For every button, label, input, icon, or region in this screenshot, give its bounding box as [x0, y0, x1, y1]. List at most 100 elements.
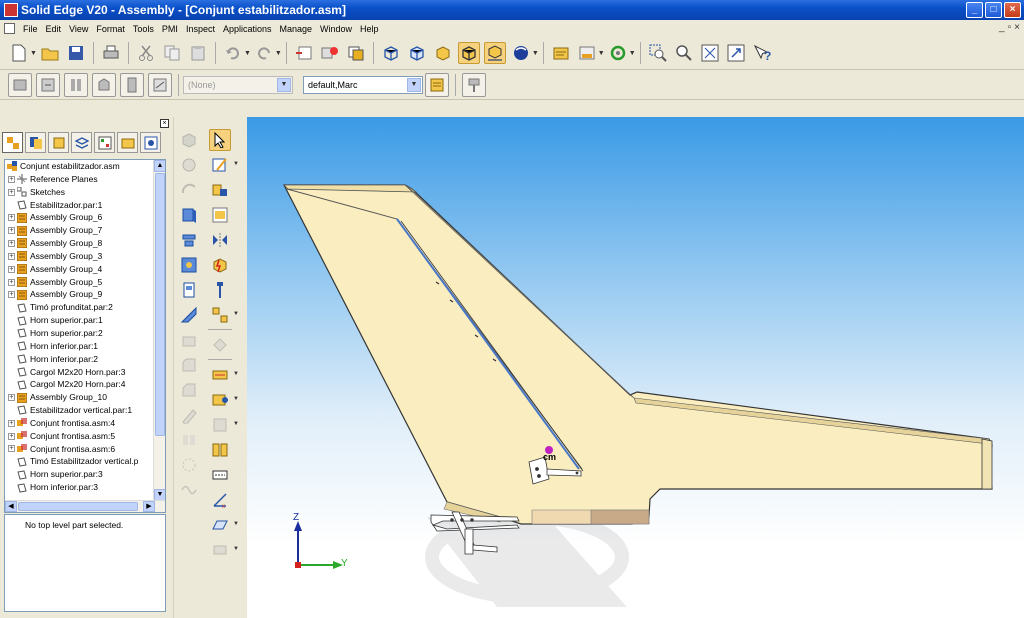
fasten-icon[interactable] [209, 279, 231, 301]
move-part-icon[interactable] [178, 154, 200, 176]
expand-toggle-icon[interactable]: + [8, 278, 15, 286]
open-folder-icon[interactable] [39, 42, 61, 64]
expand-toggle-icon[interactable]: + [8, 265, 15, 273]
tree-item[interactable]: Timó profunditat.par:2 [5, 301, 165, 314]
fit-view-icon[interactable] [699, 42, 721, 64]
expand-toggle-icon[interactable]: + [8, 291, 15, 299]
simplify-tab-icon[interactable] [140, 132, 161, 153]
frame-icon[interactable]: ▼ [209, 364, 239, 386]
menu-file[interactable]: File [19, 24, 42, 34]
plane-icon[interactable]: ▼ [209, 514, 239, 536]
solid-edge-app-icon[interactable] [4, 3, 18, 17]
copy-icon[interactable] [161, 42, 183, 64]
paste-icon[interactable] [187, 42, 209, 64]
sketch-icon[interactable]: ▼ [209, 154, 239, 176]
style-manager-icon[interactable] [425, 72, 449, 97]
select-tools-icon[interactable] [576, 42, 598, 64]
style-dropdown-arrow-icon[interactable]: ▼ [407, 77, 421, 92]
assembly-feature-icon[interactable] [178, 454, 200, 476]
place-part-icon[interactable] [178, 129, 200, 151]
mirror-components-icon[interactable] [209, 229, 231, 251]
style-dropdown[interactable]: default,Marc ▼ [303, 75, 423, 94]
pan-icon[interactable] [725, 42, 747, 64]
assembly-pathfinder-tab-icon[interactable] [2, 132, 23, 153]
layers-tab-icon[interactable] [71, 132, 92, 153]
wiring-dropdown-icon[interactable]: ▼ [233, 421, 239, 427]
assemble-icon[interactable] [209, 204, 231, 226]
wireframe-view-icon[interactable] [380, 42, 402, 64]
explode-dropdown-icon[interactable]: ▼ [233, 546, 239, 552]
expand-toggle-icon[interactable]: + [8, 432, 15, 440]
undo-icon[interactable] [222, 42, 244, 64]
tree-item[interactable]: Cargol M2x20 Horn.par:3 [5, 366, 165, 379]
rotate-part-icon[interactable] [178, 179, 200, 201]
rotate-view-icon[interactable] [607, 42, 629, 64]
tree-item[interactable]: Timó Estabilitzador vertical.p [5, 455, 165, 468]
axes-relationship-icon[interactable]: x [209, 489, 231, 511]
tree-item[interactable]: + Reference Planes [5, 173, 165, 186]
new-dropdown-icon[interactable]: ▼ [30, 50, 37, 57]
zoom-icon[interactable] [673, 42, 695, 64]
scroll-left-arrow-icon[interactable]: ◀ [5, 501, 17, 512]
menu-edit[interactable]: Edit [42, 24, 66, 34]
weldment-icon[interactable] [209, 439, 231, 461]
menu-pmi[interactable]: PMI [158, 24, 182, 34]
visible-hidden-edges-icon[interactable] [406, 42, 428, 64]
menu-tools[interactable]: Tools [129, 24, 158, 34]
tube-icon[interactable]: ▼ [209, 389, 239, 411]
replace-part-icon[interactable] [209, 334, 231, 356]
expand-toggle-icon[interactable]: + [8, 419, 15, 427]
parts-library-tab-icon[interactable] [25, 132, 46, 153]
expand-toggle-icon[interactable]: + [8, 188, 15, 196]
select-tool-icon[interactable] [209, 129, 231, 151]
tube-dropdown-icon[interactable]: ▼ [233, 396, 239, 402]
menu-manage[interactable]: Manage [276, 24, 317, 34]
whats-this-help-icon[interactable]: ? [751, 42, 773, 64]
undo-dropdown-icon[interactable]: ▼ [244, 50, 251, 57]
revolve-icon[interactable] [178, 229, 200, 251]
doc-restore-button[interactable]: ▫ [1008, 22, 1012, 33]
tree-item[interactable]: Conjunt estabilitzador.asm [5, 160, 165, 173]
frame-dropdown-icon[interactable]: ▼ [233, 371, 239, 377]
tree-item[interactable]: Horn inferior.par:1 [5, 340, 165, 353]
tree-vertical-scrollbar[interactable]: ▲ ▼ [153, 160, 165, 501]
layer-dropdown-arrow-icon[interactable]: ▼ [277, 77, 291, 92]
save-icon[interactable] [65, 42, 87, 64]
expand-toggle-icon[interactable]: + [8, 445, 15, 453]
assembly-command-4-icon[interactable] [92, 72, 116, 97]
explode-icon[interactable]: ▼ [209, 539, 239, 561]
menu-help[interactable]: Help [356, 24, 383, 34]
display-configurations-icon[interactable] [319, 42, 341, 64]
tree-item[interactable]: Cargol M2x20 Horn.par:4 [5, 378, 165, 391]
tree-item[interactable]: + Assembly Group_8 [5, 237, 165, 250]
menu-format[interactable]: Format [92, 24, 129, 34]
tree-item[interactable]: + Conjunt frontisa.asm:6 [5, 443, 165, 456]
pattern-dropdown-icon[interactable]: ▼ [233, 311, 239, 317]
tree-item[interactable]: Horn superior.par:3 [5, 468, 165, 481]
tree-item[interactable]: + Assembly Group_3 [5, 250, 165, 263]
menu-inspect[interactable]: Inspect [182, 24, 219, 34]
sweep-icon[interactable] [178, 304, 200, 326]
tree-item[interactable]: Horn inferior.par:3 [5, 481, 165, 494]
round-icon[interactable] [178, 354, 200, 376]
tree-item[interactable]: + Conjunt frontisa.asm:4 [5, 417, 165, 430]
shaded-with-edges-icon[interactable] [457, 42, 480, 64]
tree-hscroll-thumb[interactable] [18, 502, 138, 511]
features-tab-icon[interactable] [48, 132, 69, 153]
render-dropdown-icon[interactable]: ▼ [532, 50, 539, 57]
model-view[interactable] [247, 117, 1024, 618]
tree-item[interactable]: + Assembly Group_9 [5, 288, 165, 301]
maximize-button[interactable]: □ [985, 2, 1002, 18]
insert-component-icon[interactable] [209, 179, 231, 201]
assembly-command-5-icon[interactable] [120, 72, 144, 97]
expand-toggle-icon[interactable]: + [8, 252, 15, 260]
format-painter-icon[interactable] [462, 72, 486, 97]
zoom-area-icon[interactable] [647, 42, 669, 64]
document-menu-icon[interactable] [4, 23, 15, 34]
menu-view[interactable]: View [65, 24, 92, 34]
pattern-icon[interactable] [178, 404, 200, 426]
layers-icon[interactable] [345, 42, 367, 64]
minimize-button[interactable]: _ [966, 2, 983, 18]
tree-item[interactable]: Horn superior.par:2 [5, 327, 165, 340]
shaded-view-icon[interactable] [432, 42, 454, 64]
